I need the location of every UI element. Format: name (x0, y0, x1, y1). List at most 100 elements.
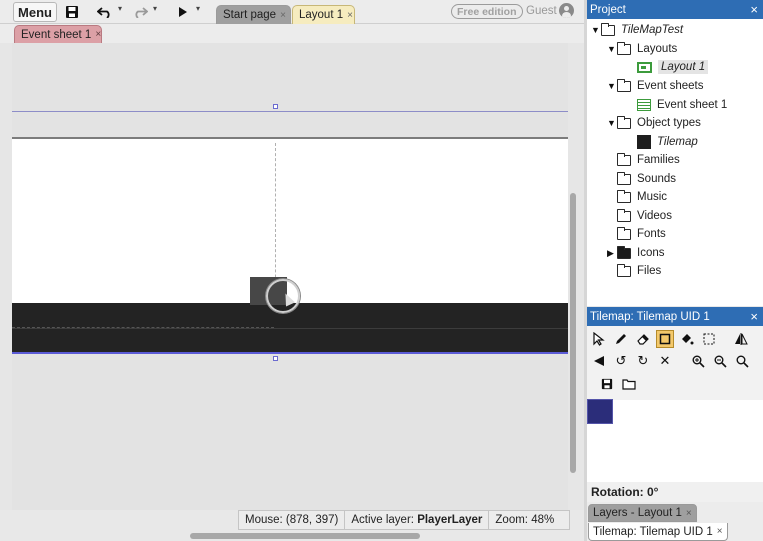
tree-item-files[interactable]: Files (617, 262, 661, 280)
main-toolbar: Menu ▾ ▾ ▾ Start page × Layout 1 × Free … (0, 0, 584, 24)
layout-icon (637, 61, 652, 73)
tree-label: Event sheets (637, 80, 704, 92)
tree-item-videos[interactable]: Videos (617, 207, 672, 225)
free-edition-badge[interactable]: Free edition (451, 4, 523, 19)
active-layer-value: PlayerLayer (417, 514, 483, 526)
menu-button[interactable]: Menu (13, 2, 57, 22)
clear-icon[interactable]: ✕ (656, 352, 674, 370)
guest-label[interactable]: Guest (526, 5, 557, 17)
play-icon[interactable] (176, 3, 190, 21)
layer-boundary-line (12, 111, 568, 112)
expand-arrow-icon[interactable]: ▼ (607, 118, 617, 128)
tree-item-families[interactable]: Families (617, 151, 680, 169)
zoom-reset-icon[interactable] (733, 352, 751, 370)
tab-layout-1[interactable]: Layout 1 × (292, 5, 355, 24)
mouse-position: Mouse: (878, 397) (245, 514, 339, 526)
user-avatar-icon[interactable] (559, 3, 574, 18)
tree-item-icons[interactable]: ▶ Icons (607, 244, 665, 262)
tilemap-icon (637, 135, 651, 149)
tree-item-sounds[interactable]: Sounds (617, 170, 676, 188)
event-sheet-icon (637, 99, 651, 111)
folder-icon[interactable] (620, 375, 638, 393)
expand-arrow-icon[interactable]: ▼ (591, 25, 601, 35)
save-icon[interactable] (598, 375, 616, 393)
eraser-icon[interactable] (634, 330, 652, 348)
tilemap-bottom-edge (12, 352, 568, 354)
tree-label: Tilemap (657, 136, 698, 148)
sub-tab-bar: Event sheet 1 × (0, 24, 584, 43)
zoom-level: Zoom: 48% (495, 514, 555, 526)
tree-item-root[interactable]: ▼ TileMapTest (591, 21, 683, 39)
rotation-label: Rotation: 0° (591, 485, 659, 499)
tree-item-layouts[interactable]: ▼ Layouts (607, 40, 677, 58)
tree-item-layout-1[interactable]: Layout 1 (637, 58, 709, 76)
tab-label: Event sheet 1 (21, 28, 92, 41)
select-icon[interactable] (590, 330, 608, 348)
rotate-cw-icon[interactable]: ↻ (634, 352, 652, 370)
tilemap-panel-header: Tilemap: Tilemap UID 1 × (587, 307, 763, 326)
close-icon[interactable]: × (280, 10, 286, 21)
close-icon[interactable]: × (750, 2, 758, 17)
tab-tilemap[interactable]: Tilemap: Tilemap UID 1 × (588, 523, 728, 541)
undo-icon[interactable] (96, 3, 114, 21)
tree-item-tilemap[interactable]: Tilemap (637, 133, 698, 151)
fill-icon[interactable] (678, 330, 696, 348)
folder-icon (617, 245, 631, 259)
tab-label: Layers - Layout 1 (593, 507, 682, 519)
redo-icon[interactable] (131, 3, 149, 21)
tree-item-event-sheets[interactable]: ▼ Event sheets (607, 77, 703, 95)
collapse-arrow-icon[interactable]: ▶ (607, 248, 617, 259)
tree-label: Layouts (637, 43, 678, 55)
panel-title: Project (590, 3, 626, 16)
vertical-scrollbar[interactable] (570, 193, 576, 473)
tab-label: Start page (223, 9, 277, 21)
expand-arrow-icon[interactable]: ▼ (607, 81, 617, 91)
zoom-out-icon[interactable] (711, 352, 729, 370)
save-icon[interactable] (64, 3, 80, 21)
pencil-icon[interactable] (612, 330, 630, 348)
tree-label: Icons (637, 247, 665, 259)
tree-item-music[interactable]: Music (617, 188, 667, 206)
play-dropdown-icon[interactable]: ▾ (196, 4, 200, 13)
horizontal-scrollbar[interactable] (190, 533, 420, 539)
layout-view[interactable] (12, 43, 568, 510)
tree-item-object-types[interactable]: ▼ Object types (607, 114, 701, 132)
rectangle-icon[interactable] (656, 330, 674, 348)
zoom-in-icon[interactable] (689, 352, 707, 370)
folder-icon (617, 78, 631, 92)
undo-dropdown-icon[interactable]: ▾ (118, 4, 122, 13)
tree-label: Music (637, 191, 668, 203)
bottom-tab-bar: Layers - Layout 1 × Tilemap: Tilemap UID… (587, 502, 763, 541)
folder-icon (617, 41, 631, 55)
folder-icon (617, 189, 631, 203)
tab-event-sheet-1[interactable]: Event sheet 1 × (14, 25, 102, 43)
flip-vertical-icon[interactable] (590, 352, 608, 370)
rotate-ccw-icon[interactable]: ↺ (612, 352, 630, 370)
folder-icon (617, 171, 631, 185)
flip-horizontal-icon[interactable] (732, 330, 750, 348)
folder-icon (617, 263, 631, 277)
close-icon[interactable]: × (95, 29, 101, 40)
tree-item-fonts[interactable]: Fonts (617, 225, 666, 243)
folder-icon (617, 152, 631, 166)
resize-handle[interactable] (273, 104, 278, 109)
tilemap-row-line (12, 328, 568, 329)
tree-label: Videos (637, 210, 672, 222)
tab-layers[interactable]: Layers - Layout 1 × (588, 504, 697, 522)
marquee-icon[interactable] (700, 330, 718, 348)
tileset-tile[interactable] (587, 399, 613, 424)
redo-dropdown-icon[interactable]: ▾ (153, 4, 157, 13)
layout-canvas[interactable] (0, 43, 584, 510)
close-icon[interactable]: × (686, 508, 692, 519)
folder-icon (617, 208, 631, 222)
tree-item-event-sheet-1[interactable]: Event sheet 1 (637, 96, 727, 114)
close-icon[interactable]: × (750, 309, 758, 324)
resize-handle[interactable] (273, 356, 278, 361)
tab-start-page[interactable]: Start page × (216, 5, 291, 24)
folder-icon (617, 115, 631, 129)
folder-icon (601, 22, 615, 36)
close-icon[interactable]: × (347, 10, 353, 21)
close-icon[interactable]: × (717, 526, 723, 537)
expand-arrow-icon[interactable]: ▼ (607, 44, 617, 54)
canvas-margin (0, 43, 12, 510)
